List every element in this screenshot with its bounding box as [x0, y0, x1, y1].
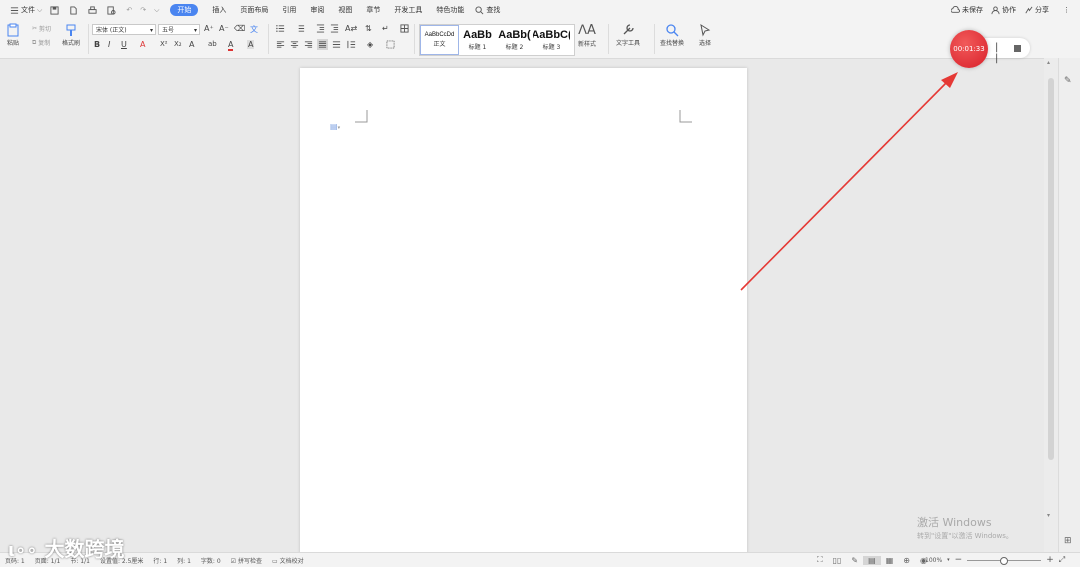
read-mode-icon[interactable]: ▯▯: [828, 556, 847, 565]
status-item: 字数: 0: [200, 557, 221, 565]
outline-view-icon[interactable]: ▦: [881, 556, 899, 565]
windows-activation-watermark: 激活 Windows 转到"设置"以激活 Windows。: [917, 514, 1013, 541]
activation-title: 激活 Windows: [917, 516, 992, 529]
zoom-in-button[interactable]: +: [1041, 555, 1059, 565]
fullscreen-icon[interactable]: ⛶: [812, 555, 828, 565]
zoom-value[interactable]: 100%: [920, 557, 947, 564]
spell-check-label: 拼写检查: [237, 557, 262, 565]
spell-check-toggle[interactable]: ☑ 拼写检查: [226, 556, 267, 565]
annotation-arrow: [740, 72, 958, 291]
status-item: 行: 1: [153, 557, 168, 565]
activation-subtitle: 转到"设置"以激活 Windows。: [917, 532, 1013, 540]
status-item: 列: 1: [177, 557, 191, 565]
doc-check-button[interactable]: ▭ 文档校对: [267, 556, 309, 565]
zoom-slider[interactable]: [967, 556, 1042, 565]
fit-width-icon[interactable]: ⤢: [1059, 555, 1065, 565]
web-view-icon[interactable]: ⊕: [898, 556, 915, 565]
logo-text: 大数跨境: [44, 537, 125, 561]
doc-check-label: 文档校对: [279, 557, 304, 565]
page-view-icon[interactable]: ▤: [863, 555, 881, 565]
logo-mark-icon: ι∘∘: [8, 540, 38, 561]
brand-logo: ι∘∘ 大数跨境: [8, 533, 125, 562]
pen-icon[interactable]: ✎: [846, 556, 863, 565]
zoom-slider-thumb[interactable]: [1000, 556, 1009, 565]
zoom-out-button[interactable]: −: [950, 555, 968, 565]
status-bar: 页码: 1 页面: 1/1 节: 1/1 设置值: 2.5厘米 行: 1 列: 1 字数: …: [0, 552, 1080, 567]
